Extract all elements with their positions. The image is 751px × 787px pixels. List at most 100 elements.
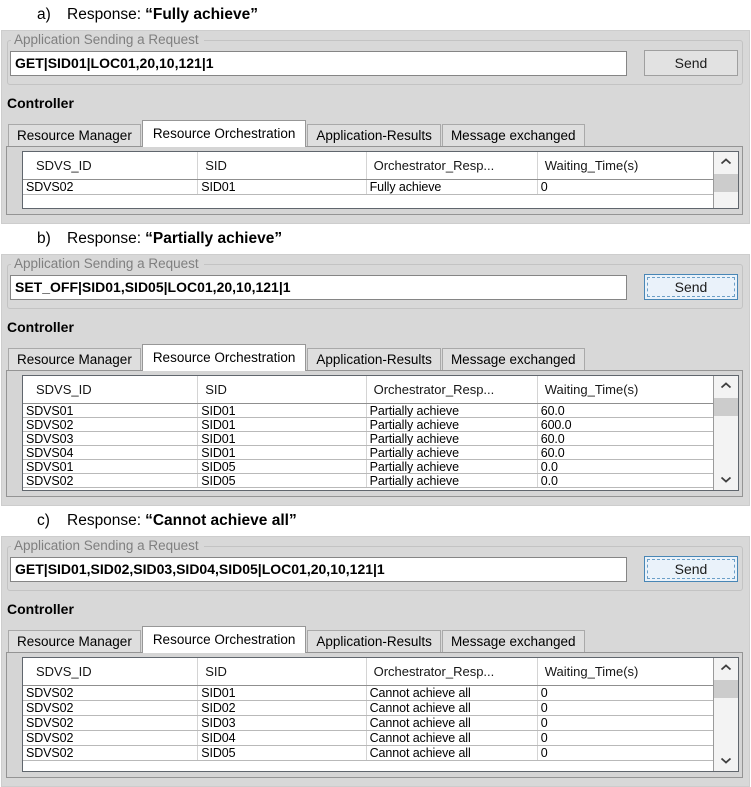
table-cell: 60.0 [540,446,565,459]
table-cell: 0.0 [540,474,558,487]
tab-resource-orchestration[interactable]: Resource Orchestration [141,120,307,147]
table-cell: SID05 [198,474,367,487]
caption-text: Response: [67,230,142,247]
tab-message-exchanged[interactable]: Message exchanged [441,124,585,146]
column-header-sdvs-id[interactable]: SDVS_ID [23,152,199,179]
scrollbar-thumb[interactable] [714,398,738,416]
vertical-scrollbar[interactable] [713,658,738,771]
table-cell: SID05 [198,746,367,760]
vertical-scrollbar[interactable] [713,376,738,490]
request-groupbox: Application Sending a Request Send [7,538,743,591]
controller-label: Controller [7,319,74,335]
column-header-orchestrator-response[interactable]: Orchestrator_Resp... [367,658,538,685]
column-header-sid[interactable]: SID [198,152,367,179]
table-cell: SID01 [198,404,367,417]
tab-message-exchanged[interactable]: Message exchanged [441,348,585,370]
tab-resource-manager[interactable]: Resource Manager [8,630,141,652]
table-empty-area [23,195,713,208]
caption-letter: a) [37,6,51,23]
table-cell: SDVS02 [23,474,199,487]
scroll-up-button[interactable] [714,658,738,677]
column-header-sdvs-id[interactable]: SDVS_ID [23,658,199,685]
figure-caption-a: a) Response: “Fully achieve” [0,0,751,30]
table-cell: SDVS03 [23,432,199,445]
table-row[interactable]: SDVS02 SID05 Cannot achieve all 0 [23,746,713,761]
request-row: Send [10,274,738,300]
table-body: SDVS02 SID01 Fully achieve 0 [23,180,713,195]
tab-application-results[interactable]: Application-Results [307,630,441,652]
table-row[interactable]: SDVS02 SID04 Cannot achieve all 0 [23,731,713,746]
table-body: SDVS01 SID01 Partially achieve 60.0 SDVS02 SI… [23,404,713,488]
table-cell: 0 [540,731,548,745]
column-header-sid[interactable]: SID [198,376,367,403]
caption-text: Response: [67,6,142,23]
table-cell: SID01 [198,446,367,459]
request-row: Send [10,556,738,582]
scrollbar-thumb[interactable] [714,174,738,192]
tab-bar: Resource Manager Resource Orchestration … [6,344,743,371]
column-header-waiting-time[interactable]: Waiting_Time(s) [538,376,713,403]
table-row[interactable]: SDVS02 SID05 Partially achieve 0.0 [23,474,713,488]
table-cell: Partially achieve [367,404,538,417]
table-cell: 0 [540,746,548,760]
table-row[interactable]: SDVS02 SID02 Cannot achieve all 0 [23,701,713,716]
tab-application-results[interactable]: Application-Results [307,348,441,370]
table-row[interactable]: SDVS01 SID05 Partially achieve 0.0 [23,460,713,474]
scrollbar-thumb[interactable] [714,680,738,698]
table-cell: SDVS02 [23,731,199,745]
table-row[interactable]: SDVS02 SID01 Fully achieve 0 [23,180,713,195]
send-button[interactable]: Send [644,50,738,76]
column-header-orchestrator-response[interactable]: Orchestrator_Resp... [367,152,538,179]
groupbox-title: Application Sending a Request [11,32,204,47]
app-window-c: Application Sending a Request Send Contr… [1,536,750,787]
table-cell: SDVS02 [23,701,199,715]
scroll-down-button[interactable] [714,751,738,770]
table-cell: SDVS02 [23,746,199,760]
scroll-down-button[interactable] [714,470,738,489]
table-cell: SID02 [198,701,367,715]
table-row[interactable]: SDVS03 SID01 Partially achieve 60.0 [23,432,713,446]
tab-application-results[interactable]: Application-Results [307,124,441,146]
tab-message-exchanged[interactable]: Message exchanged [441,630,585,652]
column-header-sdvs-id[interactable]: SDVS_ID [23,376,199,403]
table-cell: Partially achieve [367,474,538,487]
table-empty-area [23,761,713,771]
tab-resource-manager[interactable]: Resource Manager [8,348,141,370]
column-header-waiting-time[interactable]: Waiting_Time(s) [538,152,713,179]
table-cell: 0 [540,686,548,700]
tab-resource-manager[interactable]: Resource Manager [8,124,141,146]
request-input[interactable] [10,556,627,582]
table-cell: SDVS01 [23,404,199,417]
tab-resource-orchestration[interactable]: Resource Orchestration [141,344,307,371]
scroll-up-button[interactable] [714,152,738,171]
request-input[interactable] [10,274,627,300]
results-table: SDVS_ID SID Orchestrator_Resp... Waiting… [22,375,739,491]
table-cell: SID01 [198,686,367,700]
table-cell: Cannot achieve all [367,746,538,760]
chevron-up-icon [720,382,732,389]
send-button[interactable]: Send [644,274,738,300]
column-header-orchestrator-response[interactable]: Orchestrator_Resp... [367,376,538,403]
tab-resource-orchestration[interactable]: Resource Orchestration [141,626,307,653]
table-row[interactable]: SDVS02 SID01 Cannot achieve all 0 [23,686,713,701]
vertical-scrollbar[interactable] [713,152,738,208]
figure-section-c: c) Response: “Cannot achieve all” Applicat… [0,506,751,787]
table-row[interactable]: SDVS01 SID01 Partially achieve 60.0 [23,404,713,418]
table-row[interactable]: SDVS02 SID03 Cannot achieve all 0 [23,716,713,731]
request-groupbox: Application Sending a Request Send [7,32,743,85]
chevron-up-icon [720,158,732,165]
column-header-sid[interactable]: SID [198,658,367,685]
table-cell: Partially achieve [367,460,538,473]
table-row[interactable]: SDVS02 SID01 Partially achieve 600.0 [23,418,713,432]
caption-response-value: “Cannot achieve all” [145,512,297,529]
scroll-up-button[interactable] [714,376,738,395]
table-cell: SID04 [198,731,367,745]
request-input[interactable] [10,50,627,76]
send-button[interactable]: Send [644,556,738,582]
results-table: SDVS_ID SID Orchestrator_Resp... Waiting… [22,151,739,209]
table-header: SDVS_ID SID Orchestrator_Resp... Waiting… [23,152,713,180]
table-cell: Partially achieve [367,418,538,431]
column-header-waiting-time[interactable]: Waiting_Time(s) [538,658,713,685]
table-cell: SDVS01 [23,460,199,473]
table-row[interactable]: SDVS04 SID01 Partially achieve 60.0 [23,446,713,460]
